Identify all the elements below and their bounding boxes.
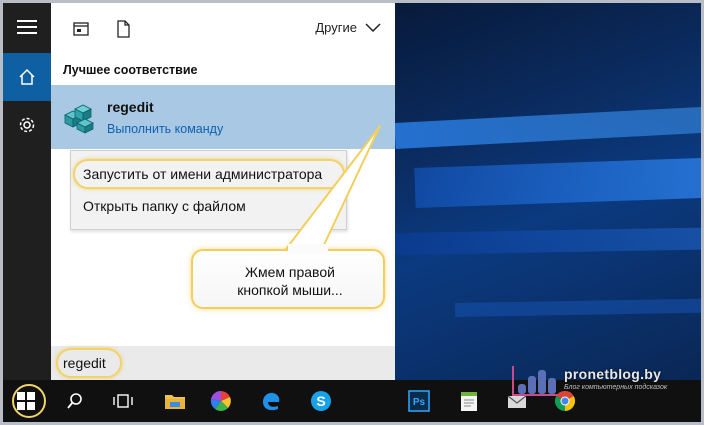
search-results-panel: Другие Лучшее соответствие regedit Выпол… [51,3,395,380]
svg-text:Ps: Ps [413,397,426,408]
taskbar-search-button[interactable] [55,380,95,422]
document-filter-icon[interactable] [113,19,133,39]
task-view-button[interactable] [103,380,143,422]
photos-icon [210,390,231,411]
bar-chart-logo-icon [512,366,558,396]
start-button[interactable] [6,380,46,422]
search-filter-bar: Другие [51,3,395,53]
best-match-heading: Лучшее соответствие [63,63,198,77]
search-icon [67,393,82,409]
file-explorer-icon [165,395,185,409]
notepad-icon [461,392,477,411]
home-icon [19,68,35,85]
watermark-site: pronetblog.by [564,366,662,382]
registry-editor-icon [64,104,94,134]
notepad-button[interactable] [449,380,489,422]
apps-filter-icon[interactable] [71,19,91,39]
search-input[interactable]: regedit [51,346,395,380]
best-match-subtitle: Выполнить команду [107,122,224,136]
gear-icon [19,117,35,133]
wallpaper-light-ray [395,227,701,255]
start-left-rail [3,3,51,380]
photoshop-button[interactable]: Ps [399,380,439,422]
skype-button[interactable]: S [301,380,341,422]
context-menu: Запустить от имени администратора Открыт… [70,150,347,230]
chevron-down-icon [365,22,381,32]
site-watermark: pronetblog.by Блог компьютерных подсказо… [510,362,700,402]
wallpaper-light-ray [454,298,701,317]
wallpaper-light-ray [395,106,701,149]
annotation-callout: Жмем правой кнопкой мыши... [191,249,385,309]
others-label: Другие [315,20,357,35]
hamburger-menu-button[interactable] [3,3,51,51]
photoshop-icon: Ps [408,390,430,412]
best-match-result[interactable]: regedit Выполнить команду [51,85,395,149]
task-view-icon [113,394,133,408]
photos-button[interactable] [201,380,241,422]
best-match-title: regedit [107,99,154,115]
skype-icon: S [311,391,331,411]
others-dropdown[interactable]: Другие [315,20,381,35]
edge-button[interactable] [251,380,291,422]
wallpaper-light-ray [414,157,701,208]
run-as-admin-menu-item[interactable]: Запустить от имени администратора [83,166,322,182]
settings-button[interactable] [3,101,51,149]
file-explorer-button[interactable] [155,380,195,422]
edge-icon [263,392,280,411]
open-file-location-menu-item[interactable]: Открыть папку с файлом [83,198,246,214]
desktop-background [395,3,701,380]
search-input-value: regedit [63,355,106,371]
home-button[interactable] [3,53,51,101]
highlight-ring [12,384,46,418]
menu-icon [17,20,37,34]
svg-text:S: S [316,393,325,409]
watermark-tagline: Блог компьютерных подсказок [564,384,668,391]
callout-text: Жмем правой кнопкой мыши... [237,264,343,298]
